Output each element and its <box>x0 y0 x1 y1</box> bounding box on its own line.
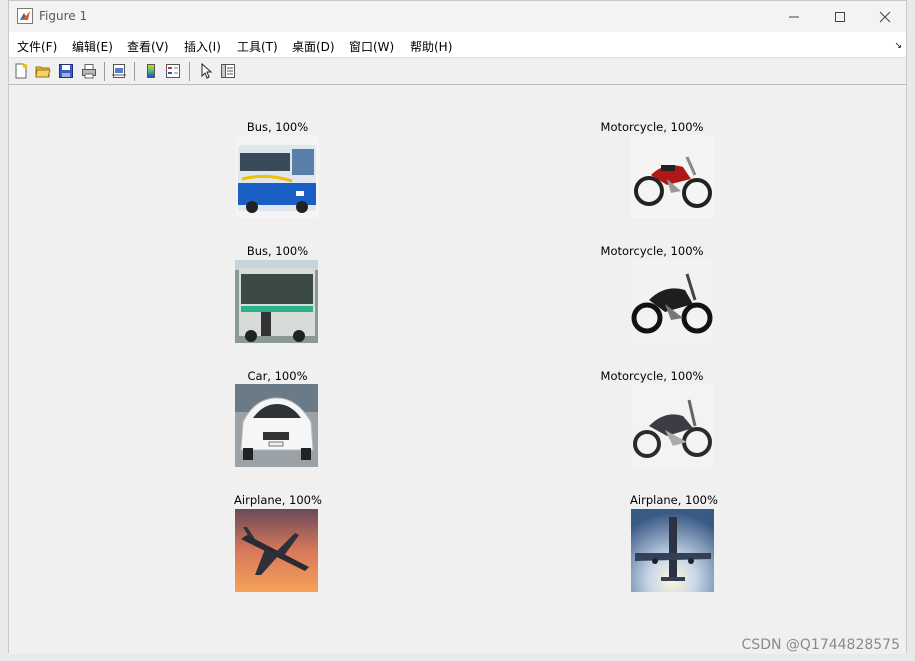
edit-plot-icon[interactable] <box>198 63 214 79</box>
car-photo <box>235 384 318 467</box>
print-preview-icon[interactable] <box>111 63 127 79</box>
subplot-title: Airplane, 100% <box>630 493 718 507</box>
minimize-button[interactable] <box>771 1 817 32</box>
menu-window[interactable]: 窗口(W) <box>349 38 394 55</box>
subplot-title: Motorcycle, 100% <box>600 120 704 134</box>
bus-photo <box>235 260 318 343</box>
save-icon[interactable] <box>58 63 74 79</box>
toolbar <box>9 58 906 85</box>
property-inspector-icon[interactable] <box>220 63 236 79</box>
dock-arrow-icon[interactable]: ↘ <box>894 41 902 51</box>
menu-insert[interactable]: 插入(I) <box>184 38 221 55</box>
subplot-title: Bus, 100% <box>246 120 309 134</box>
print-icon[interactable] <box>81 63 97 79</box>
motorcycle-photo <box>631 260 714 343</box>
title-bar: Figure 1 <box>9 1 906 32</box>
menu-tools[interactable]: 工具(T) <box>237 38 278 55</box>
figure-window: Figure 1 文件(F) 编辑(E) 查看(V) 插入(I) 工具(T) 桌… <box>8 0 907 654</box>
airplane-photo <box>235 509 318 592</box>
motorcycle-photo <box>631 135 714 218</box>
close-button[interactable] <box>862 1 908 32</box>
toolbar-separator <box>134 62 135 81</box>
subplot-title: Motorcycle, 100% <box>600 369 704 383</box>
menu-file[interactable]: 文件(F) <box>17 38 57 55</box>
new-figure-icon[interactable] <box>13 63 29 79</box>
menu-help[interactable]: 帮助(H) <box>410 38 452 55</box>
subplot-title: Motorcycle, 100% <box>600 244 704 258</box>
airplane-photo <box>631 509 714 592</box>
close-icon <box>879 11 891 22</box>
colorbar-icon[interactable] <box>143 63 159 79</box>
motorcycle-photo <box>631 384 714 467</box>
subplot-title: Airplane, 100% <box>234 493 322 507</box>
subplot-title: Bus, 100% <box>246 244 309 258</box>
maximize-button[interactable] <box>817 1 863 32</box>
minimize-icon <box>789 16 799 17</box>
figure-canvas: Bus, 100% Motorcycle, 100% Bus, 100% Mot… <box>9 85 906 654</box>
menu-bar: 文件(F) 编辑(E) 查看(V) 插入(I) 工具(T) 桌面(D) 窗口(W… <box>9 32 906 58</box>
window-title: Figure 1 <box>39 9 88 23</box>
bus-photo <box>236 135 319 218</box>
open-file-icon[interactable] <box>35 63 51 79</box>
toolbar-separator <box>104 62 105 81</box>
matlab-icon <box>17 8 33 24</box>
menu-view[interactable]: 查看(V) <box>127 38 169 55</box>
subplot-title: Car, 100% <box>247 369 308 383</box>
toolbar-separator <box>189 62 190 81</box>
maximize-icon <box>835 11 845 22</box>
legend-icon[interactable] <box>165 63 181 79</box>
menu-edit[interactable]: 编辑(E) <box>72 38 113 55</box>
menu-desktop[interactable]: 桌面(D) <box>292 38 335 55</box>
watermark: CSDN @Q1744828575 <box>741 637 900 653</box>
